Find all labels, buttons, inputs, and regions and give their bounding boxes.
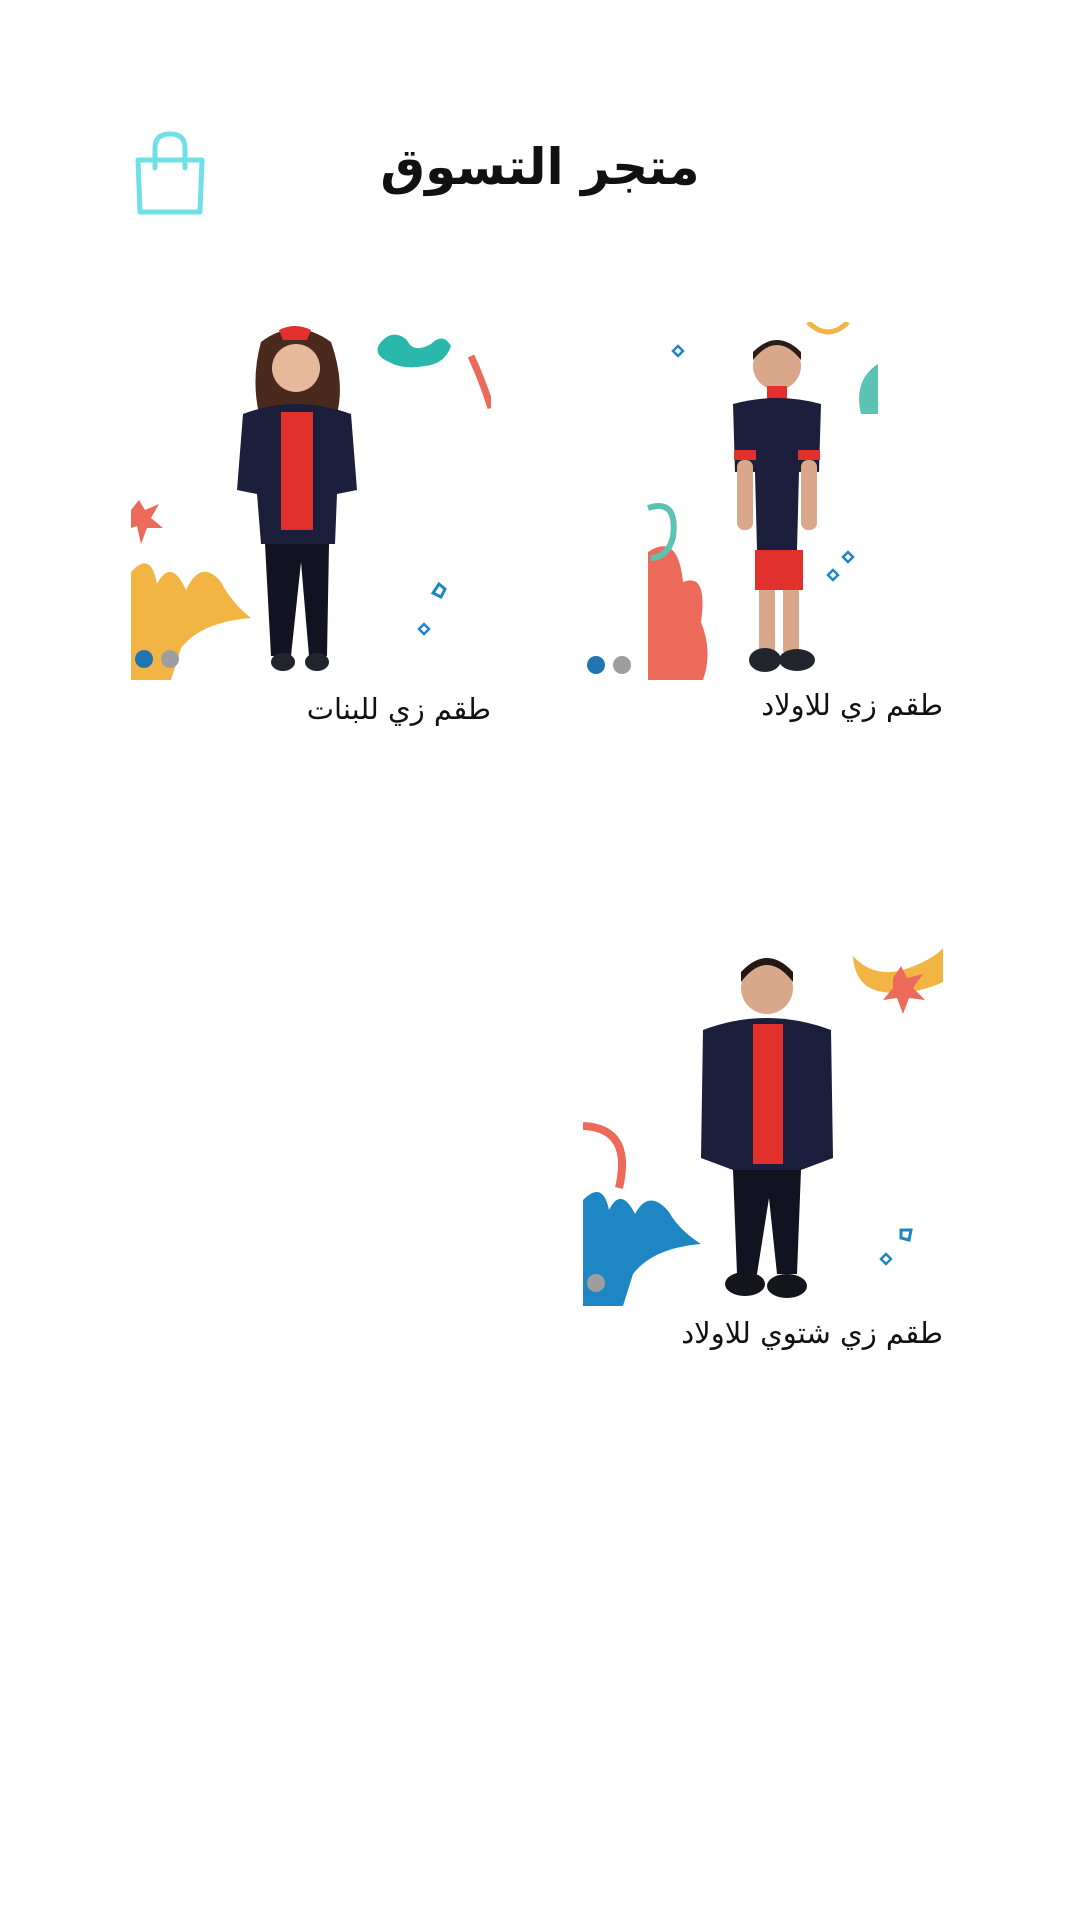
product-name[interactable]: طقم زي للبنات xyxy=(307,692,491,726)
product-card-boys-winter-uniform[interactable]: طقم زي شتوي للاولاد xyxy=(583,948,943,1368)
product-image[interactable] xyxy=(131,322,491,680)
page-title: متجر التسوق xyxy=(380,138,700,196)
carousel-dot[interactable] xyxy=(613,656,631,674)
carousel-dot-active[interactable] xyxy=(135,650,153,668)
product-name[interactable]: طقم زي للاولاد xyxy=(761,688,943,722)
carousel-dot[interactable] xyxy=(161,650,179,668)
product-image[interactable] xyxy=(583,948,943,1306)
product-card-girls-uniform[interactable]: طقم زي للبنات xyxy=(131,322,491,742)
boy-summer-uniform-photo xyxy=(647,322,878,680)
carousel-indicator[interactable] xyxy=(587,656,631,674)
carousel-indicator[interactable] xyxy=(587,1274,605,1292)
carousel-dot[interactable] xyxy=(587,1274,605,1292)
carousel-indicator[interactable] xyxy=(135,650,179,668)
product-name[interactable]: طقم زي شتوي للاولاد xyxy=(681,1316,943,1350)
girl-uniform-photo xyxy=(131,326,491,680)
product-image[interactable] xyxy=(583,322,943,680)
carousel-dot-active[interactable] xyxy=(587,656,605,674)
boy-winter-uniform-photo xyxy=(583,948,943,1306)
header: متجر التسوق xyxy=(0,110,1080,230)
product-card-boys-uniform[interactable]: طقم زي للاولاد xyxy=(583,322,943,742)
